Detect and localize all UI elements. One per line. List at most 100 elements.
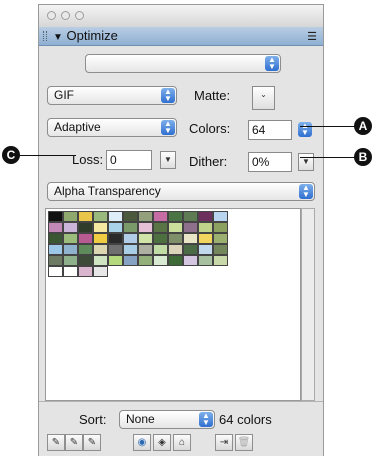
import-icon[interactable]: ⇥ — [215, 434, 233, 451]
color-swatch[interactable] — [183, 222, 198, 233]
color-swatch[interactable] — [93, 244, 108, 255]
color-swatch[interactable] — [93, 222, 108, 233]
color-swatch[interactable] — [153, 211, 168, 222]
color-swatch[interactable] — [63, 244, 78, 255]
color-swatch[interactable] — [63, 211, 78, 222]
sort-select[interactable]: None ▲ ▼ — [119, 410, 215, 429]
colors-field[interactable]: 64 — [248, 120, 292, 140]
color-swatch[interactable] — [138, 244, 153, 255]
color-swatch[interactable] — [48, 244, 63, 255]
color-swatch[interactable] — [78, 222, 93, 233]
color-table — [45, 208, 301, 401]
color-swatch[interactable] — [78, 255, 93, 266]
color-swatch[interactable] — [108, 244, 123, 255]
color-swatch[interactable] — [108, 211, 123, 222]
panel-title[interactable]: ▼ Optimize — [53, 28, 118, 43]
color-swatch[interactable] — [123, 244, 138, 255]
color-swatch[interactable] — [78, 233, 93, 244]
color-swatch[interactable] — [63, 255, 78, 266]
color-swatch[interactable] — [123, 255, 138, 266]
preset-select[interactable]: ▲ ▼ — [85, 54, 281, 73]
color-swatch[interactable] — [108, 222, 123, 233]
color-wheel-icon[interactable]: ◉ — [133, 434, 151, 451]
colors-stepper-icon[interactable]: ▲▼ — [298, 122, 312, 137]
color-swatch[interactable] — [198, 255, 213, 266]
eyedropper-minus-icon[interactable]: ✎ — [83, 434, 101, 451]
transparency-arrow-icon[interactable]: ▲ ▼ — [299, 184, 313, 199]
color-swatch[interactable] — [183, 255, 198, 266]
trash-icon[interactable]: 🗑 — [235, 434, 253, 451]
color-swatch[interactable] — [213, 222, 228, 233]
transparency-select[interactable]: Alpha Transparency ▲ ▼ — [47, 182, 315, 201]
color-swatch[interactable] — [198, 222, 213, 233]
dither-menu-button[interactable]: ▼ — [298, 153, 314, 171]
color-swatch[interactable] — [168, 244, 183, 255]
dither-field[interactable]: 0% — [248, 152, 292, 172]
sort-label: Sort: — [79, 412, 107, 427]
color-swatch[interactable] — [213, 211, 228, 222]
color-swatch[interactable] — [153, 222, 168, 233]
color-swatch[interactable] — [93, 211, 108, 222]
color-swatch[interactable] — [168, 222, 183, 233]
color-swatch[interactable] — [138, 233, 153, 244]
color-swatch[interactable] — [93, 233, 108, 244]
color-swatch[interactable] — [138, 255, 153, 266]
eyedropper-plus-icon[interactable]: ✎ — [65, 434, 83, 451]
format-select[interactable]: GIF ▲ ▼ — [47, 86, 177, 105]
color-swatch[interactable] — [198, 211, 213, 222]
color-swatch[interactable] — [168, 255, 183, 266]
color-swatch[interactable] — [138, 211, 153, 222]
color-swatch[interactable] — [123, 211, 138, 222]
color-swatch[interactable] — [153, 244, 168, 255]
sort-arrow-icon[interactable]: ▲ ▼ — [199, 412, 213, 427]
panel-tab-bar[interactable]: ▼ Optimize ☰ — [39, 27, 323, 46]
color-swatch[interactable] — [78, 211, 93, 222]
color-table-scrollbar[interactable] — [301, 208, 315, 401]
color-swatch[interactable] — [48, 233, 63, 244]
color-swatch[interactable] — [213, 244, 228, 255]
color-swatch[interactable] — [168, 211, 183, 222]
color-swatch[interactable] — [213, 255, 228, 266]
palette-arrow-icon[interactable]: ▲ ▼ — [161, 120, 175, 135]
color-swatch[interactable] — [48, 266, 63, 277]
color-swatch[interactable] — [78, 244, 93, 255]
color-swatch[interactable] — [108, 233, 123, 244]
color-swatch[interactable] — [63, 233, 78, 244]
cube-icon[interactable]: ◈ — [153, 434, 171, 451]
close-window-icon[interactable] — [47, 11, 56, 20]
color-swatch[interactable] — [153, 255, 168, 266]
color-swatch[interactable] — [123, 222, 138, 233]
color-swatch[interactable] — [183, 233, 198, 244]
color-swatch[interactable] — [63, 266, 78, 277]
loss-menu-button[interactable]: ▼ — [160, 151, 176, 169]
color-swatch[interactable] — [213, 233, 228, 244]
palette-select[interactable]: Adaptive ▲ ▼ — [47, 118, 177, 137]
color-swatch[interactable] — [78, 266, 93, 277]
lock-icon[interactable]: ⌂ — [173, 434, 191, 451]
panel-menu-icon[interactable]: ☰ — [307, 30, 317, 43]
panel-grip-icon[interactable] — [43, 31, 47, 41]
color-swatch[interactable] — [168, 233, 183, 244]
format-arrow-icon[interactable]: ▲ ▼ — [161, 88, 175, 103]
color-swatch[interactable] — [48, 222, 63, 233]
zoom-window-icon[interactable] — [75, 11, 84, 20]
eyedropper-add-icon[interactable]: ✎ — [47, 434, 65, 451]
collapse-triangle-icon[interactable]: ▼ — [53, 32, 63, 43]
color-swatch[interactable] — [108, 255, 123, 266]
color-swatch[interactable] — [63, 222, 78, 233]
color-swatch[interactable] — [183, 211, 198, 222]
matte-color-button[interactable]: ⌄ — [252, 86, 275, 110]
color-swatch[interactable] — [93, 255, 108, 266]
loss-field[interactable]: 0 — [106, 150, 152, 170]
color-swatch[interactable] — [198, 233, 213, 244]
color-swatch[interactable] — [198, 244, 213, 255]
color-swatch[interactable] — [48, 255, 63, 266]
minimize-window-icon[interactable] — [61, 11, 70, 20]
color-swatch[interactable] — [48, 211, 63, 222]
color-swatch[interactable] — [93, 266, 108, 277]
color-swatch[interactable] — [138, 222, 153, 233]
color-swatch[interactable] — [183, 244, 198, 255]
color-swatch[interactable] — [153, 233, 168, 244]
color-swatch[interactable] — [123, 233, 138, 244]
preset-arrow-icon[interactable]: ▲ ▼ — [265, 56, 279, 71]
